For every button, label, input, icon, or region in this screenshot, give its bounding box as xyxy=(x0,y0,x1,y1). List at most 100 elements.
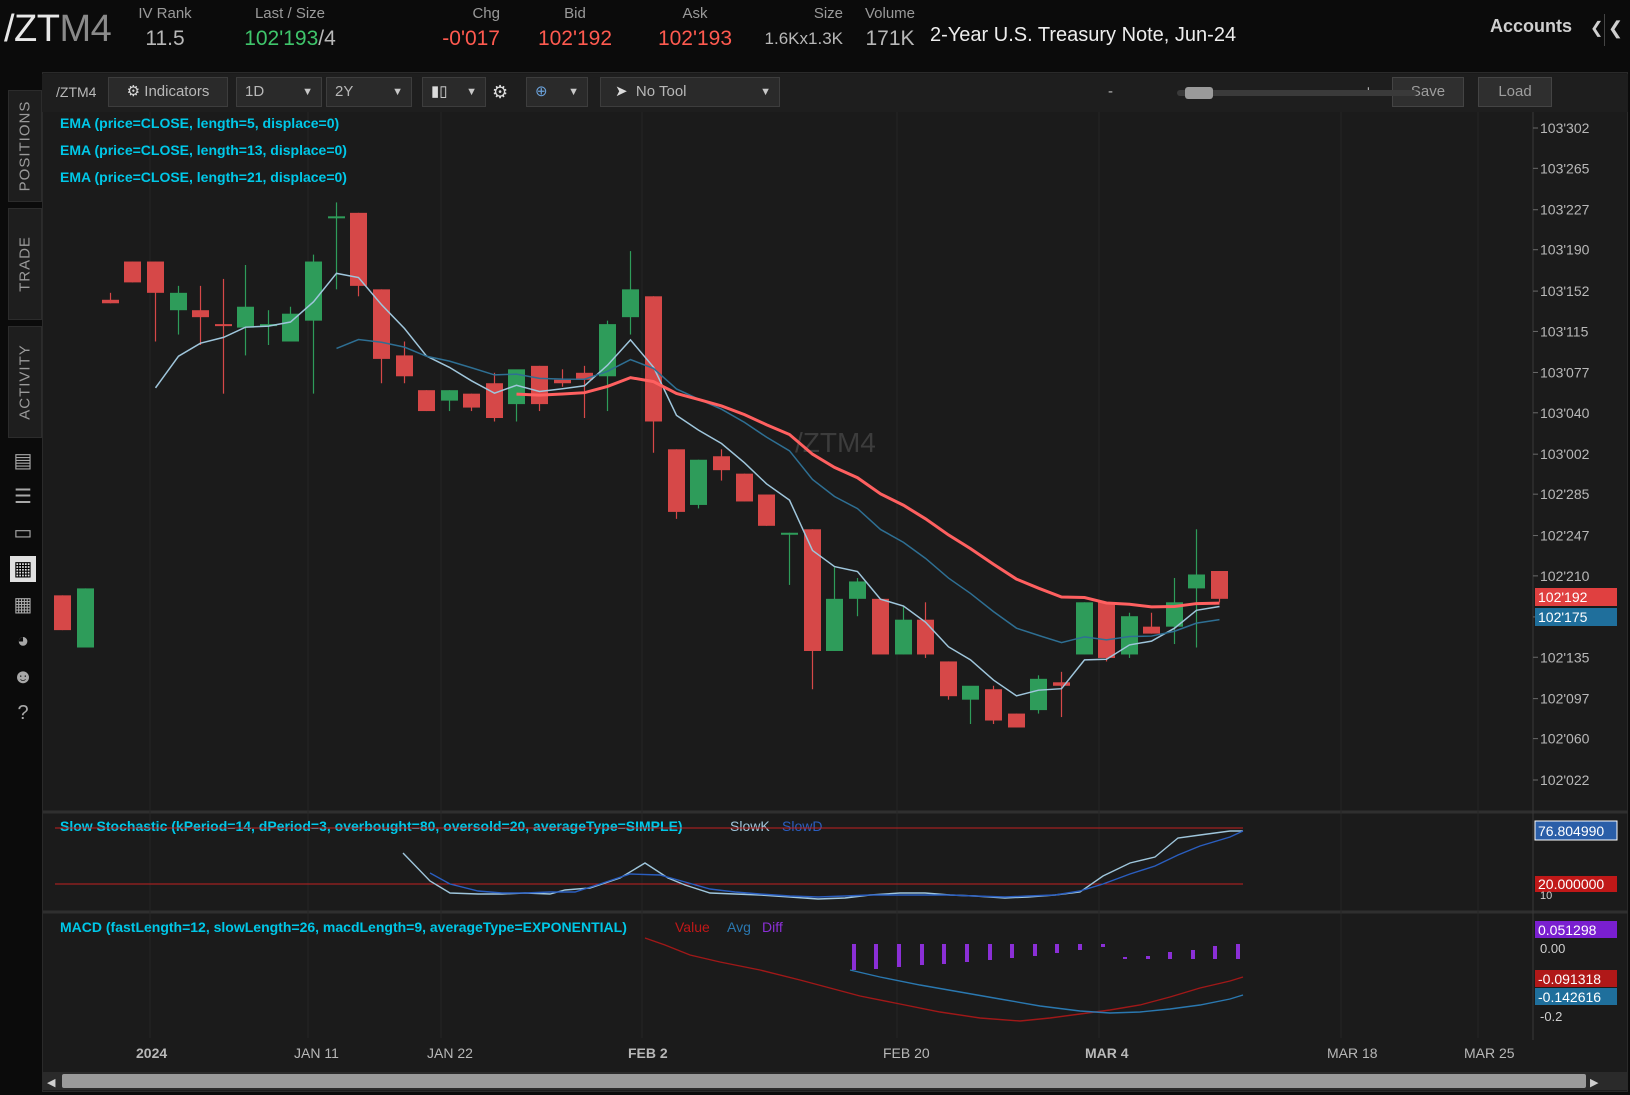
candle-body xyxy=(872,598,889,655)
candle-body xyxy=(282,313,299,342)
slowd-legend: SlowD xyxy=(782,818,822,834)
macd-bar xyxy=(920,944,924,965)
candle-body xyxy=(1143,626,1160,634)
macd-bar xyxy=(1236,944,1240,959)
candle-body xyxy=(962,685,979,700)
price-tick-label: 103'152 xyxy=(1540,283,1590,299)
candle-body xyxy=(849,581,866,599)
candle-body xyxy=(1098,602,1115,658)
slowk-legend: SlowK xyxy=(730,818,770,834)
stoch-value-label: 76.804990 xyxy=(1538,823,1604,839)
price-tick-label: 103'115 xyxy=(1540,323,1589,339)
chart-watermark: /ZTM4 xyxy=(795,427,876,458)
price-tick-label: 102'210 xyxy=(1540,568,1590,584)
time-axis-label: 2024 xyxy=(136,1045,167,1061)
price-panel xyxy=(43,112,1533,810)
candle-body xyxy=(804,529,821,651)
macd-bar xyxy=(1055,944,1059,953)
macd-value-value: -0.091318 xyxy=(1538,971,1601,987)
candle-body xyxy=(1030,678,1047,711)
ema5-label: EMA (price=CLOSE, length=5, displace=0) xyxy=(60,115,339,131)
ema-price-label: 102'175 xyxy=(1538,609,1588,625)
stoch-zero-label: 10 xyxy=(1540,890,1552,902)
price-tick-label: 103'040 xyxy=(1540,405,1590,421)
price-tick-label: 102'022 xyxy=(1540,772,1590,788)
time-axis-label: FEB 2 xyxy=(628,1045,668,1061)
macd-avg-value: -0.142616 xyxy=(1538,989,1601,1005)
candle-body xyxy=(985,689,1002,721)
price-tick-label: 102'285 xyxy=(1540,486,1590,502)
candle-body xyxy=(690,459,707,505)
macd-label: MACD (fastLength=12, slowLength=26, macd… xyxy=(60,919,627,935)
candle-body xyxy=(1076,602,1093,655)
price-tick-label: 102'135 xyxy=(1540,649,1590,665)
macd-bar xyxy=(1010,944,1014,958)
candle-body xyxy=(396,355,413,377)
price-tick-label: 102'097 xyxy=(1540,691,1590,707)
scrollbar-thumb[interactable] xyxy=(62,1074,1586,1088)
macd-bar xyxy=(965,944,969,962)
candle-body xyxy=(350,212,367,286)
macd-diff-value: 0.051298 xyxy=(1538,922,1597,938)
macd-bar xyxy=(988,944,992,960)
candle-body xyxy=(531,365,548,405)
scroll-left-icon[interactable]: ◀ xyxy=(47,1077,56,1089)
price-tick-label: 103'077 xyxy=(1540,364,1590,380)
last-price-label: 102'192 xyxy=(1538,589,1588,605)
ema13-label: EMA (price=CLOSE, length=13, displace=0) xyxy=(60,142,347,158)
candle-body xyxy=(1053,682,1070,686)
macd-bar xyxy=(1078,944,1082,950)
macd-bar xyxy=(1191,950,1195,959)
candle-body xyxy=(170,292,187,311)
candle-body xyxy=(781,532,798,535)
time-axis-label: MAR 4 xyxy=(1085,1045,1129,1061)
ema21-label: EMA (price=CLOSE, length=21, displace=0) xyxy=(60,169,347,185)
macd-value-legend: Value xyxy=(675,919,710,935)
time-axis-label: MAR 25 xyxy=(1464,1045,1515,1061)
candle-body xyxy=(736,473,753,502)
macd-zero-label: 0.00 xyxy=(1540,941,1565,956)
candle-body xyxy=(554,379,571,384)
price-tick-label: 103'265 xyxy=(1540,160,1590,176)
candle-body xyxy=(1008,713,1025,728)
candle-body xyxy=(1211,571,1228,599)
price-chart[interactable]: /ZTM4 EMA (price=CLOSE, length=5, displa… xyxy=(0,0,1630,1095)
macd-bar xyxy=(1213,946,1217,959)
time-axis-label: FEB 20 xyxy=(883,1045,930,1061)
price-tick-label: 102'247 xyxy=(1540,528,1590,544)
time-axis-label: JAN 22 xyxy=(427,1045,473,1061)
time-axis xyxy=(43,1040,1533,1070)
macd-bar xyxy=(874,944,878,969)
candle-body xyxy=(147,261,164,293)
price-tick-label: 103'302 xyxy=(1540,120,1590,136)
macd-bar xyxy=(1146,956,1150,959)
candle-body xyxy=(305,261,322,321)
macd-bar xyxy=(1033,944,1037,956)
macd-bar xyxy=(852,944,856,970)
price-tick-label: 103'002 xyxy=(1540,446,1590,462)
macd-bar xyxy=(1101,944,1105,947)
macd-bar xyxy=(1123,957,1127,959)
candle-body xyxy=(1188,574,1205,589)
time-axis-label: MAR 18 xyxy=(1327,1045,1378,1061)
price-tick-label: 103'190 xyxy=(1540,242,1590,258)
price-tick-label: 103'227 xyxy=(1540,202,1590,218)
candle-body xyxy=(328,216,345,219)
candle-body xyxy=(713,456,730,471)
candle-body xyxy=(102,299,119,304)
macd-bar xyxy=(897,944,901,967)
time-axis-label: JAN 11 xyxy=(294,1045,339,1061)
candle-body xyxy=(940,661,957,697)
candle-body xyxy=(441,390,458,401)
candle-body xyxy=(77,588,94,648)
candle-body xyxy=(622,289,639,318)
candle-body xyxy=(917,619,934,655)
price-tick-label: 102'060 xyxy=(1540,731,1590,747)
scroll-right-icon[interactable]: ▶ xyxy=(1590,1077,1599,1089)
candle-body xyxy=(486,383,503,419)
macd-tick-label: -0.2 xyxy=(1540,1009,1562,1024)
candle-body xyxy=(645,296,662,422)
candle-body xyxy=(237,306,254,328)
price-axis: 103'302 103'265 103'227 103'190 103'152 103'1… xyxy=(1533,120,1590,788)
macd-bar xyxy=(1168,952,1172,959)
